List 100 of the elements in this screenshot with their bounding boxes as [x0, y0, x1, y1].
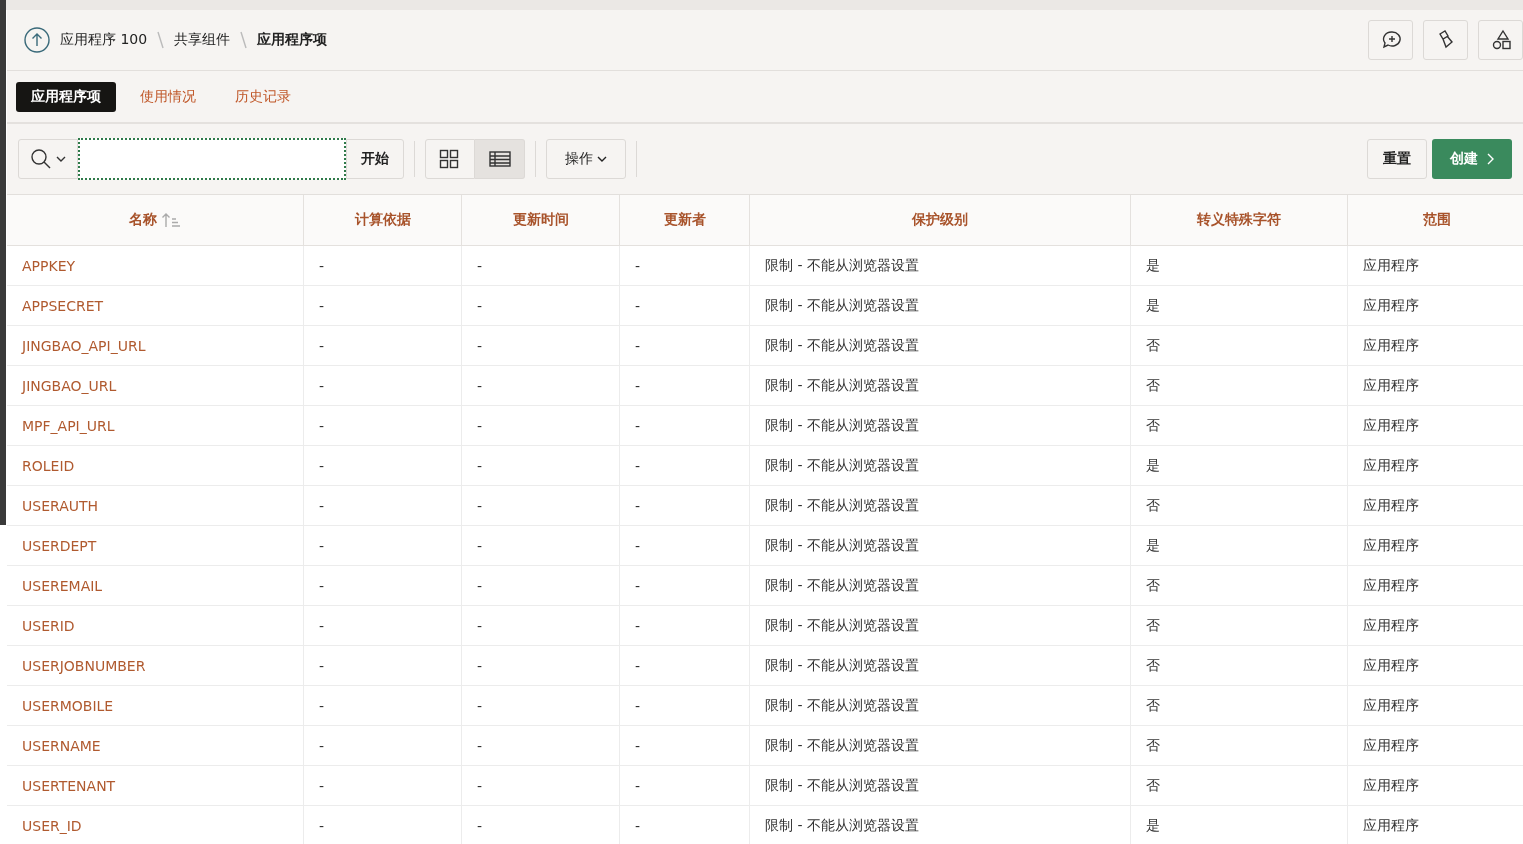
item-link[interactable]: USERNAME	[22, 737, 101, 754]
table-cell: -	[303, 565, 462, 606]
column-header[interactable]: 更新者	[619, 195, 750, 246]
toolbar-button[interactable]	[1368, 20, 1413, 60]
table-cell: 应用程序	[1347, 765, 1523, 806]
table-cell: 否	[1130, 765, 1348, 806]
table-cell: -	[303, 805, 462, 844]
item-link[interactable]: MPF_API_URL	[22, 417, 115, 434]
column-header[interactable]: 转义特殊字符	[1130, 195, 1348, 246]
table-cell: -	[619, 525, 750, 566]
item-link[interactable]: USERDEPT	[22, 537, 97, 554]
table-cell: -	[461, 725, 620, 766]
table-cell: 限制 - 不能从浏览器设置	[749, 245, 1131, 286]
go-button[interactable]: 开始	[346, 139, 404, 179]
item-link[interactable]: USERJOBNUMBER	[22, 657, 146, 674]
toolbar-button[interactable]	[1423, 20, 1468, 60]
table-cell: -	[303, 525, 462, 566]
table-cell: -	[461, 285, 620, 326]
table-cell: 应用程序	[1347, 805, 1523, 844]
table-cell: -	[619, 245, 750, 286]
table-cell: -	[303, 685, 462, 726]
table-cell: -	[461, 605, 620, 646]
table-cell: -	[619, 365, 750, 406]
item-link[interactable]: USERMOBILE	[22, 697, 114, 714]
up-arrow-button[interactable]	[24, 27, 50, 53]
table-cell: -	[619, 565, 750, 606]
column-header[interactable]: 保护级别	[749, 195, 1131, 246]
tab[interactable]: 使用情况	[125, 81, 211, 112]
table-cell: -	[303, 285, 462, 326]
table-cell: 限制 - 不能从浏览器设置	[749, 805, 1131, 844]
table-cell: -	[619, 805, 750, 844]
breadcrumb-current: 应用程序项	[257, 31, 328, 49]
item-link[interactable]: ROLEID	[22, 457, 75, 474]
table-cell: -	[619, 325, 750, 366]
table-cell: 限制 - 不能从浏览器设置	[749, 485, 1131, 526]
table-cell: -	[461, 325, 620, 366]
table-cell: 应用程序	[1347, 285, 1523, 326]
table-cell: -	[461, 525, 620, 566]
table-cell: 限制 - 不能从浏览器设置	[749, 765, 1131, 806]
column-header[interactable]: 范围	[1347, 195, 1523, 246]
breadcrumb-link[interactable]: 应用程序 100	[60, 31, 148, 49]
view-toggle[interactable]	[475, 139, 525, 179]
chevron-down-icon	[56, 155, 66, 163]
table-cell: -	[303, 645, 462, 686]
view-toggle[interactable]	[425, 139, 475, 179]
item-link[interactable]: USERAUTH	[22, 497, 99, 514]
table-cell: 应用程序	[1347, 245, 1523, 286]
table-cell: 应用程序	[1347, 725, 1523, 766]
table-cell: 应用程序	[1347, 525, 1523, 566]
item-link[interactable]: USERTENANT	[22, 777, 116, 794]
table-cell: -	[461, 405, 620, 446]
table-cell: 应用程序	[1347, 685, 1523, 726]
tab[interactable]: 历史记录	[220, 81, 306, 112]
table-cell: -	[619, 485, 750, 526]
table-cell: -	[619, 285, 750, 326]
table-cell: 应用程序	[1347, 565, 1523, 606]
table-cell: 限制 - 不能从浏览器设置	[749, 645, 1131, 686]
grid-icon	[439, 149, 461, 169]
item-link[interactable]: APPSECRET	[22, 297, 104, 314]
toolbar-button[interactable]	[1478, 20, 1523, 60]
table-cell: 是	[1130, 445, 1348, 486]
table-cell: -	[619, 605, 750, 646]
item-link[interactable]: JINGBAO_API_URL	[22, 337, 146, 354]
table-cell: 限制 - 不能从浏览器设置	[749, 285, 1131, 326]
item-link[interactable]: USERID	[22, 617, 75, 634]
search-menu-button[interactable]	[18, 139, 78, 179]
reset-button[interactable]: 重置	[1367, 139, 1427, 179]
item-link[interactable]: APPKEY	[22, 257, 76, 274]
table-cell: -	[303, 245, 462, 286]
breadcrumb-link[interactable]: 共享组件	[174, 31, 231, 49]
table-cell: 应用程序	[1347, 405, 1523, 446]
table-cell: 是	[1130, 245, 1348, 286]
table-cell: -	[619, 645, 750, 686]
table-cell: -	[461, 565, 620, 606]
column-header[interactable]: 更新时间	[461, 195, 620, 246]
table-cell: 否	[1130, 565, 1348, 606]
search-field[interactable]	[78, 138, 346, 180]
slash-separator-icon	[240, 31, 248, 49]
item-link[interactable]: USER_ID	[22, 817, 82, 834]
column-header[interactable]: 计算依据	[303, 195, 462, 246]
create-button[interactable]: 创建	[1432, 139, 1512, 179]
table-cell: -	[303, 485, 462, 526]
slash-separator-icon	[157, 31, 165, 49]
table-cell: -	[303, 605, 462, 646]
column-header[interactable]: 名称	[7, 195, 304, 246]
actions-menu-button[interactable]: 操作	[546, 139, 626, 179]
item-link[interactable]: USEREMAIL	[22, 577, 103, 594]
table-cell: 限制 - 不能从浏览器设置	[749, 685, 1131, 726]
table-cell: -	[619, 765, 750, 806]
item-link[interactable]: JINGBAO_URL	[22, 377, 117, 394]
table-cell: -	[303, 365, 462, 406]
table-cell: 否	[1130, 325, 1348, 366]
table-cell: -	[461, 765, 620, 806]
tab[interactable]: 应用程序项	[16, 81, 116, 112]
table-cell: -	[461, 645, 620, 686]
table-cell: -	[303, 725, 462, 766]
table-cell: 否	[1130, 365, 1348, 406]
table-cell: 应用程序	[1347, 485, 1523, 526]
table-cell: 是	[1130, 805, 1348, 844]
table-cell: -	[461, 245, 620, 286]
